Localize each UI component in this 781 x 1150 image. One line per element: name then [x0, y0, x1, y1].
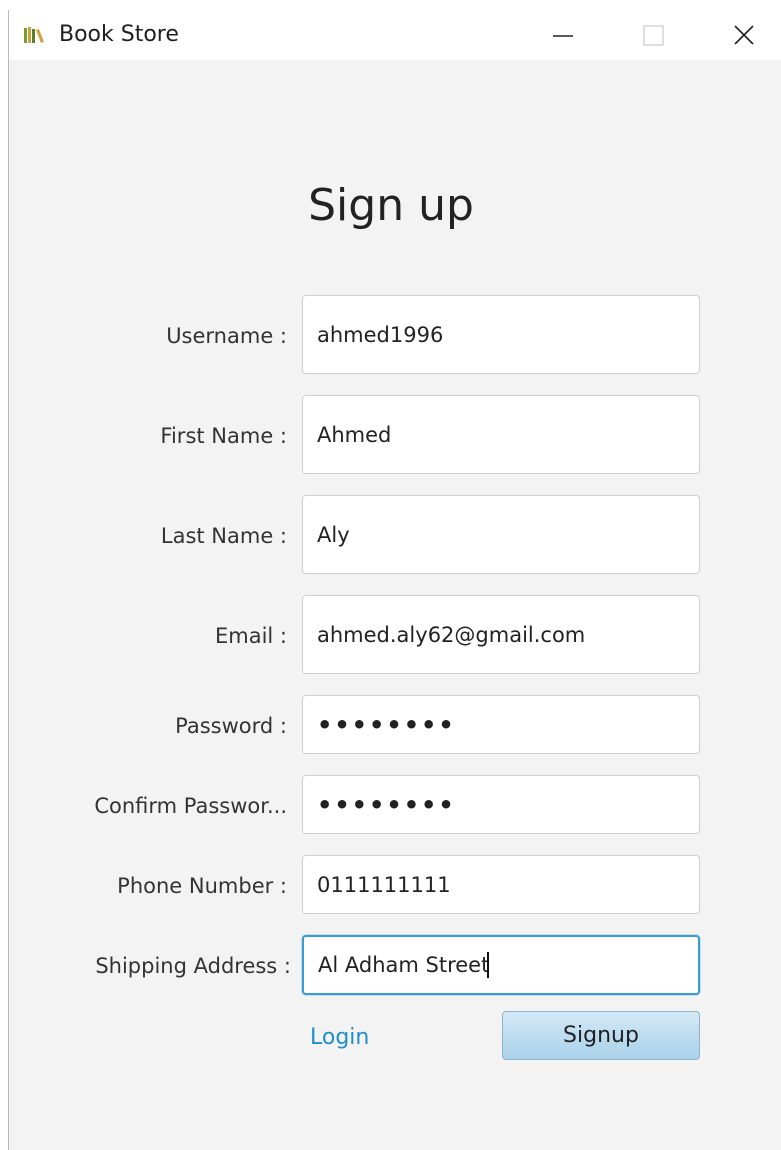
- signup-button-label: Signup: [563, 1023, 639, 1048]
- signup-button[interactable]: Signup: [502, 1011, 700, 1060]
- confirm-password-value: ••••••••: [317, 790, 456, 819]
- last-name-input[interactable]: Aly: [302, 495, 700, 574]
- books-icon: [24, 27, 44, 43]
- phone-number-input[interactable]: 0111111111: [302, 855, 700, 914]
- shipping-address-label: Shipping Address :: [95, 954, 291, 978]
- phone-number-label: Phone Number :: [117, 874, 287, 898]
- window-title: Book Store: [59, 22, 179, 47]
- password-input[interactable]: ••••••••: [302, 695, 700, 754]
- email-input[interactable]: ahmed.aly62@gmail.com: [302, 595, 700, 674]
- close-button[interactable]: [713, 10, 773, 60]
- username-label: Username :: [166, 324, 287, 348]
- title-bar[interactable]: Book Store: [9, 10, 781, 60]
- login-link[interactable]: Login: [310, 1024, 369, 1052]
- minimize-button[interactable]: [533, 10, 593, 60]
- last-name-label: Last Name :: [160, 524, 287, 548]
- page-title: Sign up: [308, 180, 474, 231]
- confirm-password-input[interactable]: ••••••••: [302, 775, 700, 834]
- minimize-icon: [553, 35, 573, 37]
- last-name-value: Aly: [317, 522, 350, 547]
- first-name-label: First Name :: [160, 424, 287, 448]
- username-input[interactable]: ahmed1996: [302, 295, 700, 374]
- shipping-address-input[interactable]: Al Adham Street: [302, 935, 700, 995]
- maximize-button[interactable]: [623, 10, 683, 60]
- shipping-address-value: Al Adham Street: [318, 953, 490, 977]
- first-name-value: Ahmed: [317, 422, 392, 447]
- email-value: ahmed.aly62@gmail.com: [317, 622, 586, 647]
- password-label: Password :: [175, 714, 287, 738]
- confirm-password-label: Confirm Passwor...: [94, 794, 287, 818]
- username-value: ahmed1996: [317, 322, 444, 347]
- text-caret: [487, 952, 490, 978]
- phone-number-value: 0111111111: [317, 872, 451, 897]
- maximize-icon: [643, 25, 664, 46]
- close-icon: [734, 25, 754, 45]
- password-value: ••••••••: [317, 710, 456, 739]
- email-label: Email :: [214, 624, 287, 648]
- first-name-input[interactable]: Ahmed: [302, 395, 700, 474]
